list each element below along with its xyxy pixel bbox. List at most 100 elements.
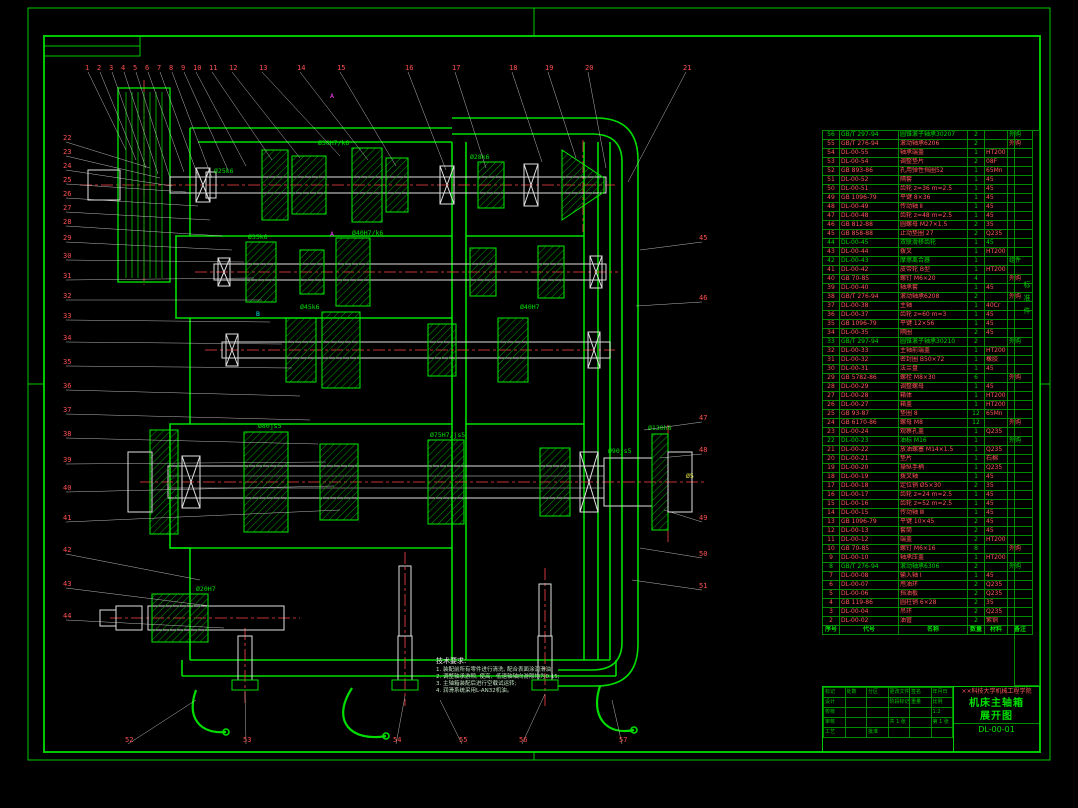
- bom-row: 40 GB 70-85 螺钉 M6×20 4 外购: [822, 274, 1033, 284]
- dimension-label: Ø80js5: [258, 422, 282, 430]
- bom-row: 36 DL-00-37 齿轮 z=60 m=3 1 45: [822, 310, 1033, 320]
- part-number-balloon: 23: [63, 148, 71, 156]
- part-number-balloon: 24: [63, 162, 71, 170]
- bom-row: 12 DL-00-13 套筒 2 45: [822, 526, 1033, 536]
- bom-row: 38 GB/T 276-94 滚动轴承6208 2 外购: [822, 292, 1033, 302]
- dimension-label: Ø75H7/js5: [430, 431, 465, 439]
- bom-row: 14 DL-00-15 传动轴 Ⅲ 1 45: [822, 508, 1033, 518]
- bom-row: 46 GB 812-88 圆螺母 M27×1.5 2 35: [822, 220, 1033, 230]
- bom-row: 43 DL-00-44 拨叉 1 HT200: [822, 247, 1033, 257]
- part-number-balloon: 31: [63, 272, 71, 280]
- dimension-label: B: [256, 310, 260, 318]
- title-block-row: 工艺 批准: [823, 727, 953, 738]
- bom-row: 19 DL-00-20 操纵手柄 1 Q235: [822, 463, 1033, 473]
- part-number-balloon: 25: [63, 176, 71, 184]
- dimension-label: Ø35k6: [248, 233, 268, 241]
- bom-row: 10 GB 70-85 螺钉 M6×16 8 外购: [822, 544, 1033, 554]
- bom-row: 13 GB 1096-79 平键 10×45 2 45: [822, 517, 1033, 527]
- technical-notes: 技术要求: 1. 装配前所有零件进行清洗, 配合表面涂润滑油; 2. 调整轴承游隙…: [436, 656, 636, 695]
- bom-row: 47 DL-00-48 齿轮 z=48 m=2.5 1 45: [822, 211, 1033, 221]
- bom-row: 55 GB/T 276-94 滚动轴承6206 2 外购: [822, 139, 1033, 149]
- part-number-balloon: 49: [699, 514, 707, 522]
- part-number-balloon: 27: [63, 204, 71, 212]
- dimension-label: Ø90js5: [608, 447, 632, 455]
- part-number-balloon: 57: [619, 736, 627, 744]
- bom-row: 45 GB 858-88 止动垫圈 27 2 Q235: [822, 229, 1033, 239]
- part-number-balloon: 39: [63, 456, 71, 464]
- bom-row: 3 DL-00-04 吊环 2 Q235: [822, 607, 1033, 617]
- part-number-balloon: 35: [63, 358, 71, 366]
- part-number-balloon: 52: [125, 736, 133, 744]
- dimension-label: Ø25k6: [214, 167, 234, 175]
- bom-row: 32 DL-00-33 主轴前端盖 1 HT200: [822, 346, 1033, 356]
- part-number-balloon: 55: [459, 736, 467, 744]
- part-number-balloon: 34: [63, 334, 71, 342]
- bom-row: 53 DL-00-54 调整垫片 2 08F: [822, 157, 1033, 167]
- dimension-label: A: [330, 230, 334, 238]
- part-number-balloon: 20: [585, 64, 593, 72]
- part-number-balloon: 50: [699, 550, 707, 558]
- part-number-balloon: 10: [193, 64, 201, 72]
- part-number-balloon: 7: [157, 64, 161, 72]
- part-number-balloon: 32: [63, 292, 71, 300]
- bom-row: 28 DL-00-29 调整螺母 1 45: [822, 382, 1033, 392]
- bom-row: 29 GB 5782-86 螺栓 M8×30 6 外购: [822, 373, 1033, 383]
- part-number-balloon: 18: [509, 64, 517, 72]
- cad-viewport: Ø25k6 Ø30H7/k6 Ø28k6 Ø35k6 Ø40H7/k6 Ø45k6 Ø40H…: [0, 0, 1078, 808]
- bom-row: 54 DL-00-55 轴承端盖 1 HT200: [822, 148, 1033, 158]
- part-number-balloon: 6: [145, 64, 149, 72]
- bom-row: 26 DL-00-27 箱盖 1 HT200: [822, 400, 1033, 410]
- part-number-balloon: 29: [63, 234, 71, 242]
- title-block-row: 校核 1:2: [823, 707, 953, 718]
- bom-row: 51 DL-00-52 隔套 1 45: [822, 175, 1033, 185]
- part-number-balloon: 5: [133, 64, 137, 72]
- part-number-balloon: 41: [63, 514, 71, 522]
- part-number-balloon: 54: [393, 736, 401, 744]
- bom-row: 7 DL-00-08 输入轴 Ⅰ 1 45: [822, 571, 1033, 581]
- drawing-title-line2: 展开图: [980, 711, 1013, 722]
- part-number-balloon: 53: [243, 736, 251, 744]
- bom-row: 31 DL-00-32 密封圈 B50×72 1 橡胶: [822, 355, 1033, 365]
- bom-row: 42 DL-00-43 摩擦离合器 1 组件: [822, 256, 1033, 266]
- bom-row: 15 DL-00-16 齿轮 z=52 m=2.5 1 45: [822, 499, 1033, 509]
- notes-heading: 技术要求:: [436, 657, 467, 665]
- organization-label: ××科技大学机械工程学院: [961, 688, 1032, 695]
- bom-row: 9 DL-00-10 轴承压盖 1 HT200: [822, 553, 1033, 563]
- bom-row: 33 GB/T 297-94 圆锥滚子轴承30210 2 外购: [822, 337, 1033, 347]
- part-number-balloon: 40: [63, 484, 71, 492]
- dimension-label: Ø30H7/k6: [318, 139, 349, 147]
- standard-parts-strip: 标准件: [1014, 130, 1040, 686]
- part-number-balloon: 15: [337, 64, 345, 72]
- bom-row: 16 DL-00-17 齿轮 z=24 m=2.5 1 45: [822, 490, 1033, 500]
- part-number-balloon: 47: [699, 414, 707, 422]
- bom-row: 34 DL-00-35 隔圈 2 45: [822, 328, 1033, 338]
- dimension-label: Ø40H7: [520, 303, 540, 311]
- dimension-label: Ø28k6: [470, 153, 490, 161]
- title-block-row: 设计 阶段标记 重量 比例: [823, 697, 953, 708]
- part-number-balloon: 17: [452, 64, 460, 72]
- part-number-balloon: 26: [63, 190, 71, 198]
- dimension-label: A: [330, 92, 334, 100]
- bom-row: 56 GB/T 297-94 圆锥滚子轴承30207 2 外购: [822, 130, 1033, 140]
- title-block: 标记处数分区更改文件号签名年月日设计阶段标记重量比例校核1:2审核共 1 张第 …: [822, 686, 1040, 752]
- bom-row: 5 DL-00-06 挡油板 2 Q235: [822, 589, 1033, 599]
- bom-row: 22 DL-00-23 油标 M16 1 外购: [822, 436, 1033, 446]
- part-number-balloon: 36: [63, 382, 71, 390]
- part-number-balloon: 13: [259, 64, 267, 72]
- bom-row: 24 GB 6170-86 螺母 M8 12 外购: [822, 418, 1033, 428]
- part-number-balloon: 4: [121, 64, 125, 72]
- note-item: 2. 调整轴承游隙, 使高、低速轴轴向游隙均为0.15;: [436, 674, 560, 680]
- bom-row: 49 GB 1096-79 平键 8×36 1 45: [822, 193, 1033, 203]
- part-number-balloon: 46: [699, 294, 707, 302]
- bom-row: 21 DL-00-22 放油螺塞 M14×1.5 1 Q235: [822, 445, 1033, 455]
- bom-row: 20 DL-00-21 垫片 1 石棉: [822, 454, 1033, 464]
- parts-list-table: 56 GB/T 297-94 圆锥滚子轴承30207 2 外购 55 GB/T 276-94…: [822, 130, 1033, 686]
- bom-row: 4 GB 119-86 圆柱销 6×28 2 35: [822, 598, 1033, 608]
- note-item: 3. 主轴箱装配后进行空载试运转;: [436, 681, 517, 687]
- drawing-number: DL-00-01: [954, 723, 1039, 736]
- dimension-label: Ø45k6: [300, 303, 320, 311]
- part-number-balloon: 9: [181, 64, 185, 72]
- bom-row: 50 DL-00-51 齿轮 z=36 m=2.5 1 45: [822, 184, 1033, 194]
- title-block-main: ××科技大学机械工程学院 机床主轴箱 展开图 DL-00-01: [954, 687, 1039, 751]
- bom-row: 18 DL-00-19 拨叉轴 1 45: [822, 472, 1033, 482]
